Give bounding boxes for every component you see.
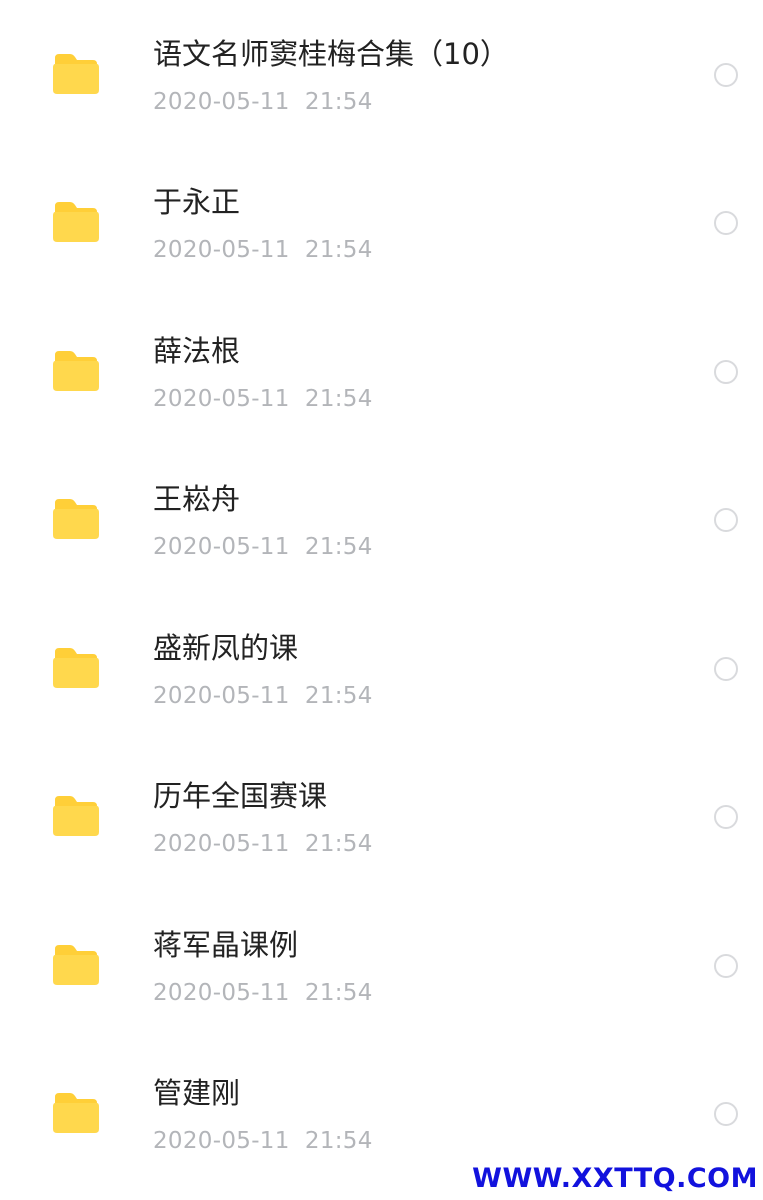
file-row-5[interactable]: 盛新凤的课 2020-05-11 21:54 — [0, 594, 763, 742]
folder-date: 2020-05-11 21:54 — [153, 386, 373, 412]
select-radio[interactable] — [714, 508, 738, 532]
folder-date: 2020-05-11 21:54 — [153, 831, 373, 857]
folder-date: 2020-05-11 21:54 — [153, 980, 373, 1006]
select-radio[interactable] — [714, 63, 738, 87]
folder-name: 语文名师窦桂梅合集（10） — [153, 37, 509, 71]
folder-name: 于永正 — [153, 185, 241, 219]
file-row-3[interactable]: 薛法根 2020-05-11 21:54 — [0, 297, 763, 445]
folder-date: 2020-05-11 21:54 — [153, 683, 373, 709]
file-row-2[interactable]: 于永正 2020-05-11 21:54 — [0, 148, 763, 296]
folder-name: 历年全国赛课 — [153, 779, 328, 813]
folder-icon — [53, 1093, 99, 1133]
select-radio[interactable] — [714, 657, 738, 681]
folder-name: 薛法根 — [153, 334, 241, 368]
file-list: 语文名师窦桂梅合集（10） 2020-05-11 21:54 于永正 2020-… — [0, 0, 763, 1200]
folder-date: 2020-05-11 21:54 — [153, 1128, 373, 1154]
folder-name: 管建刚 — [153, 1076, 241, 1110]
file-row-1[interactable]: 语文名师窦桂梅合集（10） 2020-05-11 21:54 — [0, 0, 763, 148]
folder-name: 王崧舟 — [153, 482, 241, 516]
file-row-7[interactable]: 蒋军晶课例 2020-05-11 21:54 — [0, 891, 763, 1039]
select-radio[interactable] — [714, 954, 738, 978]
folder-icon — [53, 796, 99, 836]
watermark: WWW.XXTTQ.COM — [472, 1163, 758, 1194]
folder-name: 蒋军晶课例 — [153, 928, 299, 962]
select-radio[interactable] — [714, 805, 738, 829]
select-radio[interactable] — [714, 1102, 738, 1126]
folder-date: 2020-05-11 21:54 — [153, 534, 373, 560]
folder-icon — [53, 499, 99, 539]
folder-date: 2020-05-11 21:54 — [153, 237, 373, 263]
select-radio[interactable] — [714, 360, 738, 384]
folder-icon — [53, 202, 99, 242]
folder-date: 2020-05-11 21:54 — [153, 89, 373, 115]
file-row-6[interactable]: 历年全国赛课 2020-05-11 21:54 — [0, 742, 763, 890]
file-row-4[interactable]: 王崧舟 2020-05-11 21:54 — [0, 445, 763, 593]
select-radio[interactable] — [714, 211, 738, 235]
folder-icon — [53, 945, 99, 985]
folder-icon — [53, 351, 99, 391]
folder-name: 盛新凤的课 — [153, 631, 299, 665]
folder-icon — [53, 54, 99, 94]
folder-icon — [53, 648, 99, 688]
